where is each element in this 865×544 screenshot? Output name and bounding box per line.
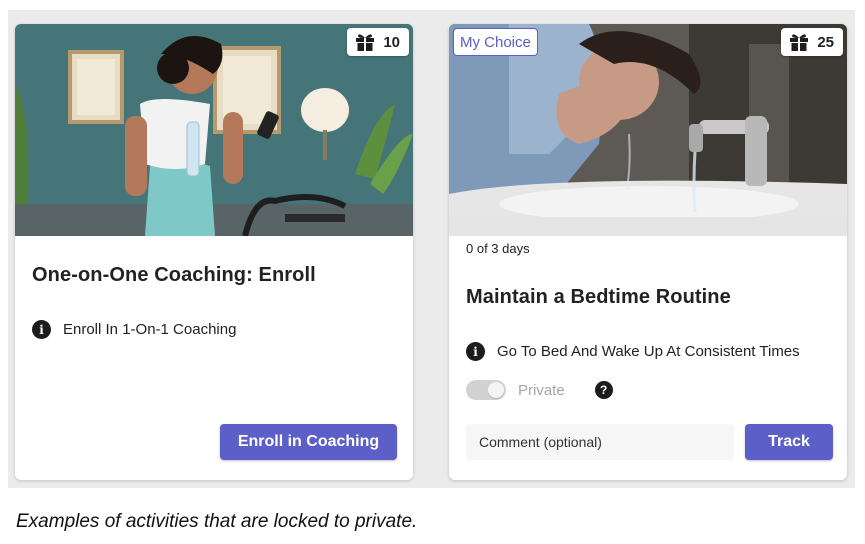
question-icon[interactable]: ? bbox=[594, 381, 613, 399]
track-button[interactable]: Track bbox=[745, 424, 833, 460]
activity-card-bedtime: My Choice 25 0 of 3 days Maintain a Bedt… bbox=[449, 24, 847, 480]
my-choice-badge: My Choice bbox=[453, 28, 538, 56]
info-icon: i bbox=[466, 342, 485, 361]
reward-count: 25 bbox=[817, 33, 834, 51]
reward-count: 10 bbox=[383, 33, 400, 51]
privacy-row: Private ? bbox=[466, 380, 613, 400]
activity-description-row: i Go To Bed And Wake Up At Consistent Ti… bbox=[466, 342, 800, 361]
activity-title: One-on-One Coaching: Enroll bbox=[32, 264, 316, 286]
private-label: Private bbox=[518, 381, 565, 399]
reward-badge: 10 bbox=[347, 28, 409, 56]
activities-panel: 10 One-on-One Coaching: Enroll i Enroll … bbox=[8, 10, 855, 488]
comment-input[interactable] bbox=[466, 424, 734, 460]
activity-title: Maintain a Bedtime Routine bbox=[466, 286, 731, 308]
activity-card-coaching: 10 One-on-One Coaching: Enroll i Enroll … bbox=[15, 24, 413, 480]
activity-description-row: i Enroll In 1-On-1 Coaching bbox=[32, 320, 236, 339]
info-icon: i bbox=[32, 320, 51, 339]
caption: Examples of activities that are locked t… bbox=[16, 511, 418, 532]
gift-icon bbox=[790, 34, 809, 51]
activity-description: Go To Bed And Wake Up At Consistent Time… bbox=[497, 343, 800, 360]
enroll-coaching-button[interactable]: Enroll in Coaching bbox=[220, 424, 397, 460]
private-toggle[interactable] bbox=[466, 380, 506, 400]
progress-strip bbox=[449, 217, 847, 236]
activity-description: Enroll In 1-On-1 Coaching bbox=[63, 321, 237, 338]
reward-badge: 25 bbox=[781, 28, 843, 56]
gift-icon bbox=[356, 34, 375, 51]
toggle-knob bbox=[488, 382, 504, 398]
days-progress: 0 of 3 days bbox=[466, 241, 530, 256]
